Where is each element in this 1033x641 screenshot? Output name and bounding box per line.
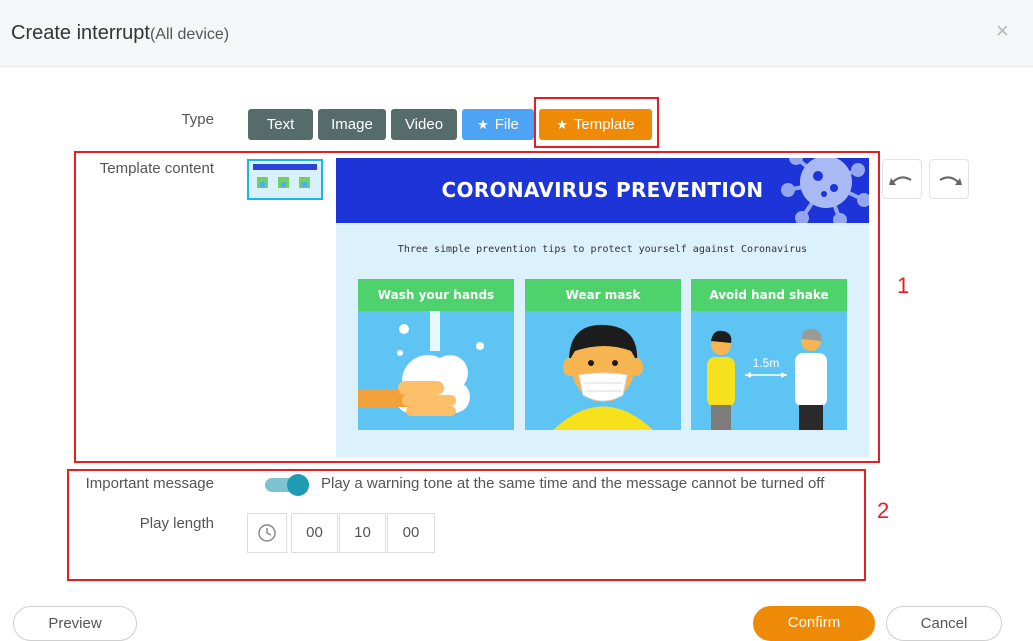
highlight-template-button bbox=[534, 97, 659, 148]
template-subtitle: Three simple prevention tips to protect … bbox=[397, 244, 808, 255]
type-image-label: Image bbox=[331, 116, 373, 133]
card-title: Wear mask bbox=[525, 279, 681, 311]
undo-button[interactable] bbox=[882, 159, 922, 199]
dialog-title-suffix: (All device) bbox=[149, 26, 230, 43]
clock-box bbox=[247, 513, 287, 553]
dialog-header: Create interrupt(All device) × bbox=[0, 0, 1033, 67]
cancel-button[interactable]: Cancel bbox=[886, 606, 1002, 641]
distance-label: 1.5m bbox=[753, 356, 780, 370]
card-title: Avoid hand shake bbox=[691, 279, 847, 311]
type-text-label: Text bbox=[266, 116, 295, 133]
virus-icon bbox=[781, 158, 869, 223]
mask-person-illustration bbox=[553, 324, 653, 430]
dialog-title: Create interrupt(All device) bbox=[11, 22, 229, 45]
type-image-button[interactable]: Image bbox=[318, 109, 386, 140]
annotation-number-1: 1 bbox=[897, 273, 910, 298]
clock-icon bbox=[258, 524, 276, 542]
thumbnail-banner bbox=[253, 164, 317, 170]
star-icon: ★ bbox=[477, 117, 489, 132]
type-video-button[interactable]: Video bbox=[391, 109, 457, 140]
wash-hands-illustration bbox=[358, 311, 484, 416]
annotation-number-2: 2 bbox=[877, 498, 890, 523]
important-message-label: Important message bbox=[85, 475, 214, 492]
close-icon[interactable]: × bbox=[996, 20, 1009, 42]
thumbnail-card bbox=[278, 177, 289, 188]
type-file-label: File bbox=[494, 116, 519, 133]
card-wash-hands: Wash your hands bbox=[358, 279, 514, 430]
toggle-knob bbox=[287, 474, 309, 496]
card-wear-mask: Wear mask bbox=[525, 279, 681, 430]
type-file-button[interactable]: ★ File bbox=[462, 109, 534, 140]
card-title: Wash your hands bbox=[358, 279, 514, 311]
important-message-description: Play a warning tone at the same time and… bbox=[321, 475, 825, 492]
play-length-minutes-input[interactable]: 10 bbox=[339, 513, 386, 553]
type-text-button[interactable]: Text bbox=[248, 109, 313, 140]
redo-button[interactable] bbox=[929, 159, 969, 199]
dialog-title-text: Create interrupt bbox=[11, 22, 150, 44]
important-message-toggle[interactable] bbox=[263, 474, 311, 496]
distance-people-illustration: 1.5m bbox=[707, 328, 827, 430]
template-content-label: Template content bbox=[99, 160, 214, 177]
type-video-label: Video bbox=[404, 116, 444, 133]
play-length-seconds-input[interactable]: 00 bbox=[387, 513, 435, 553]
confirm-button[interactable]: Confirm bbox=[753, 606, 875, 641]
thumbnail-card bbox=[299, 177, 310, 188]
template-thumbnail[interactable] bbox=[247, 159, 323, 200]
play-length-label: Play length bbox=[139, 515, 214, 532]
preview-button[interactable]: Preview bbox=[13, 606, 137, 641]
template-preview[interactable]: CORONAVIRUS PREVENTION Three simple prev… bbox=[336, 158, 869, 457]
template-banner: CORONAVIRUS PREVENTION bbox=[336, 158, 869, 223]
card-avoid-hand-shake: Avoid hand shake 1.5m bbox=[691, 279, 847, 430]
thumbnail-card bbox=[257, 177, 268, 188]
play-length-hours-input[interactable]: 00 bbox=[291, 513, 338, 553]
redo-icon bbox=[939, 176, 962, 185]
type-label: Type bbox=[181, 111, 214, 128]
undo-icon bbox=[889, 176, 912, 185]
